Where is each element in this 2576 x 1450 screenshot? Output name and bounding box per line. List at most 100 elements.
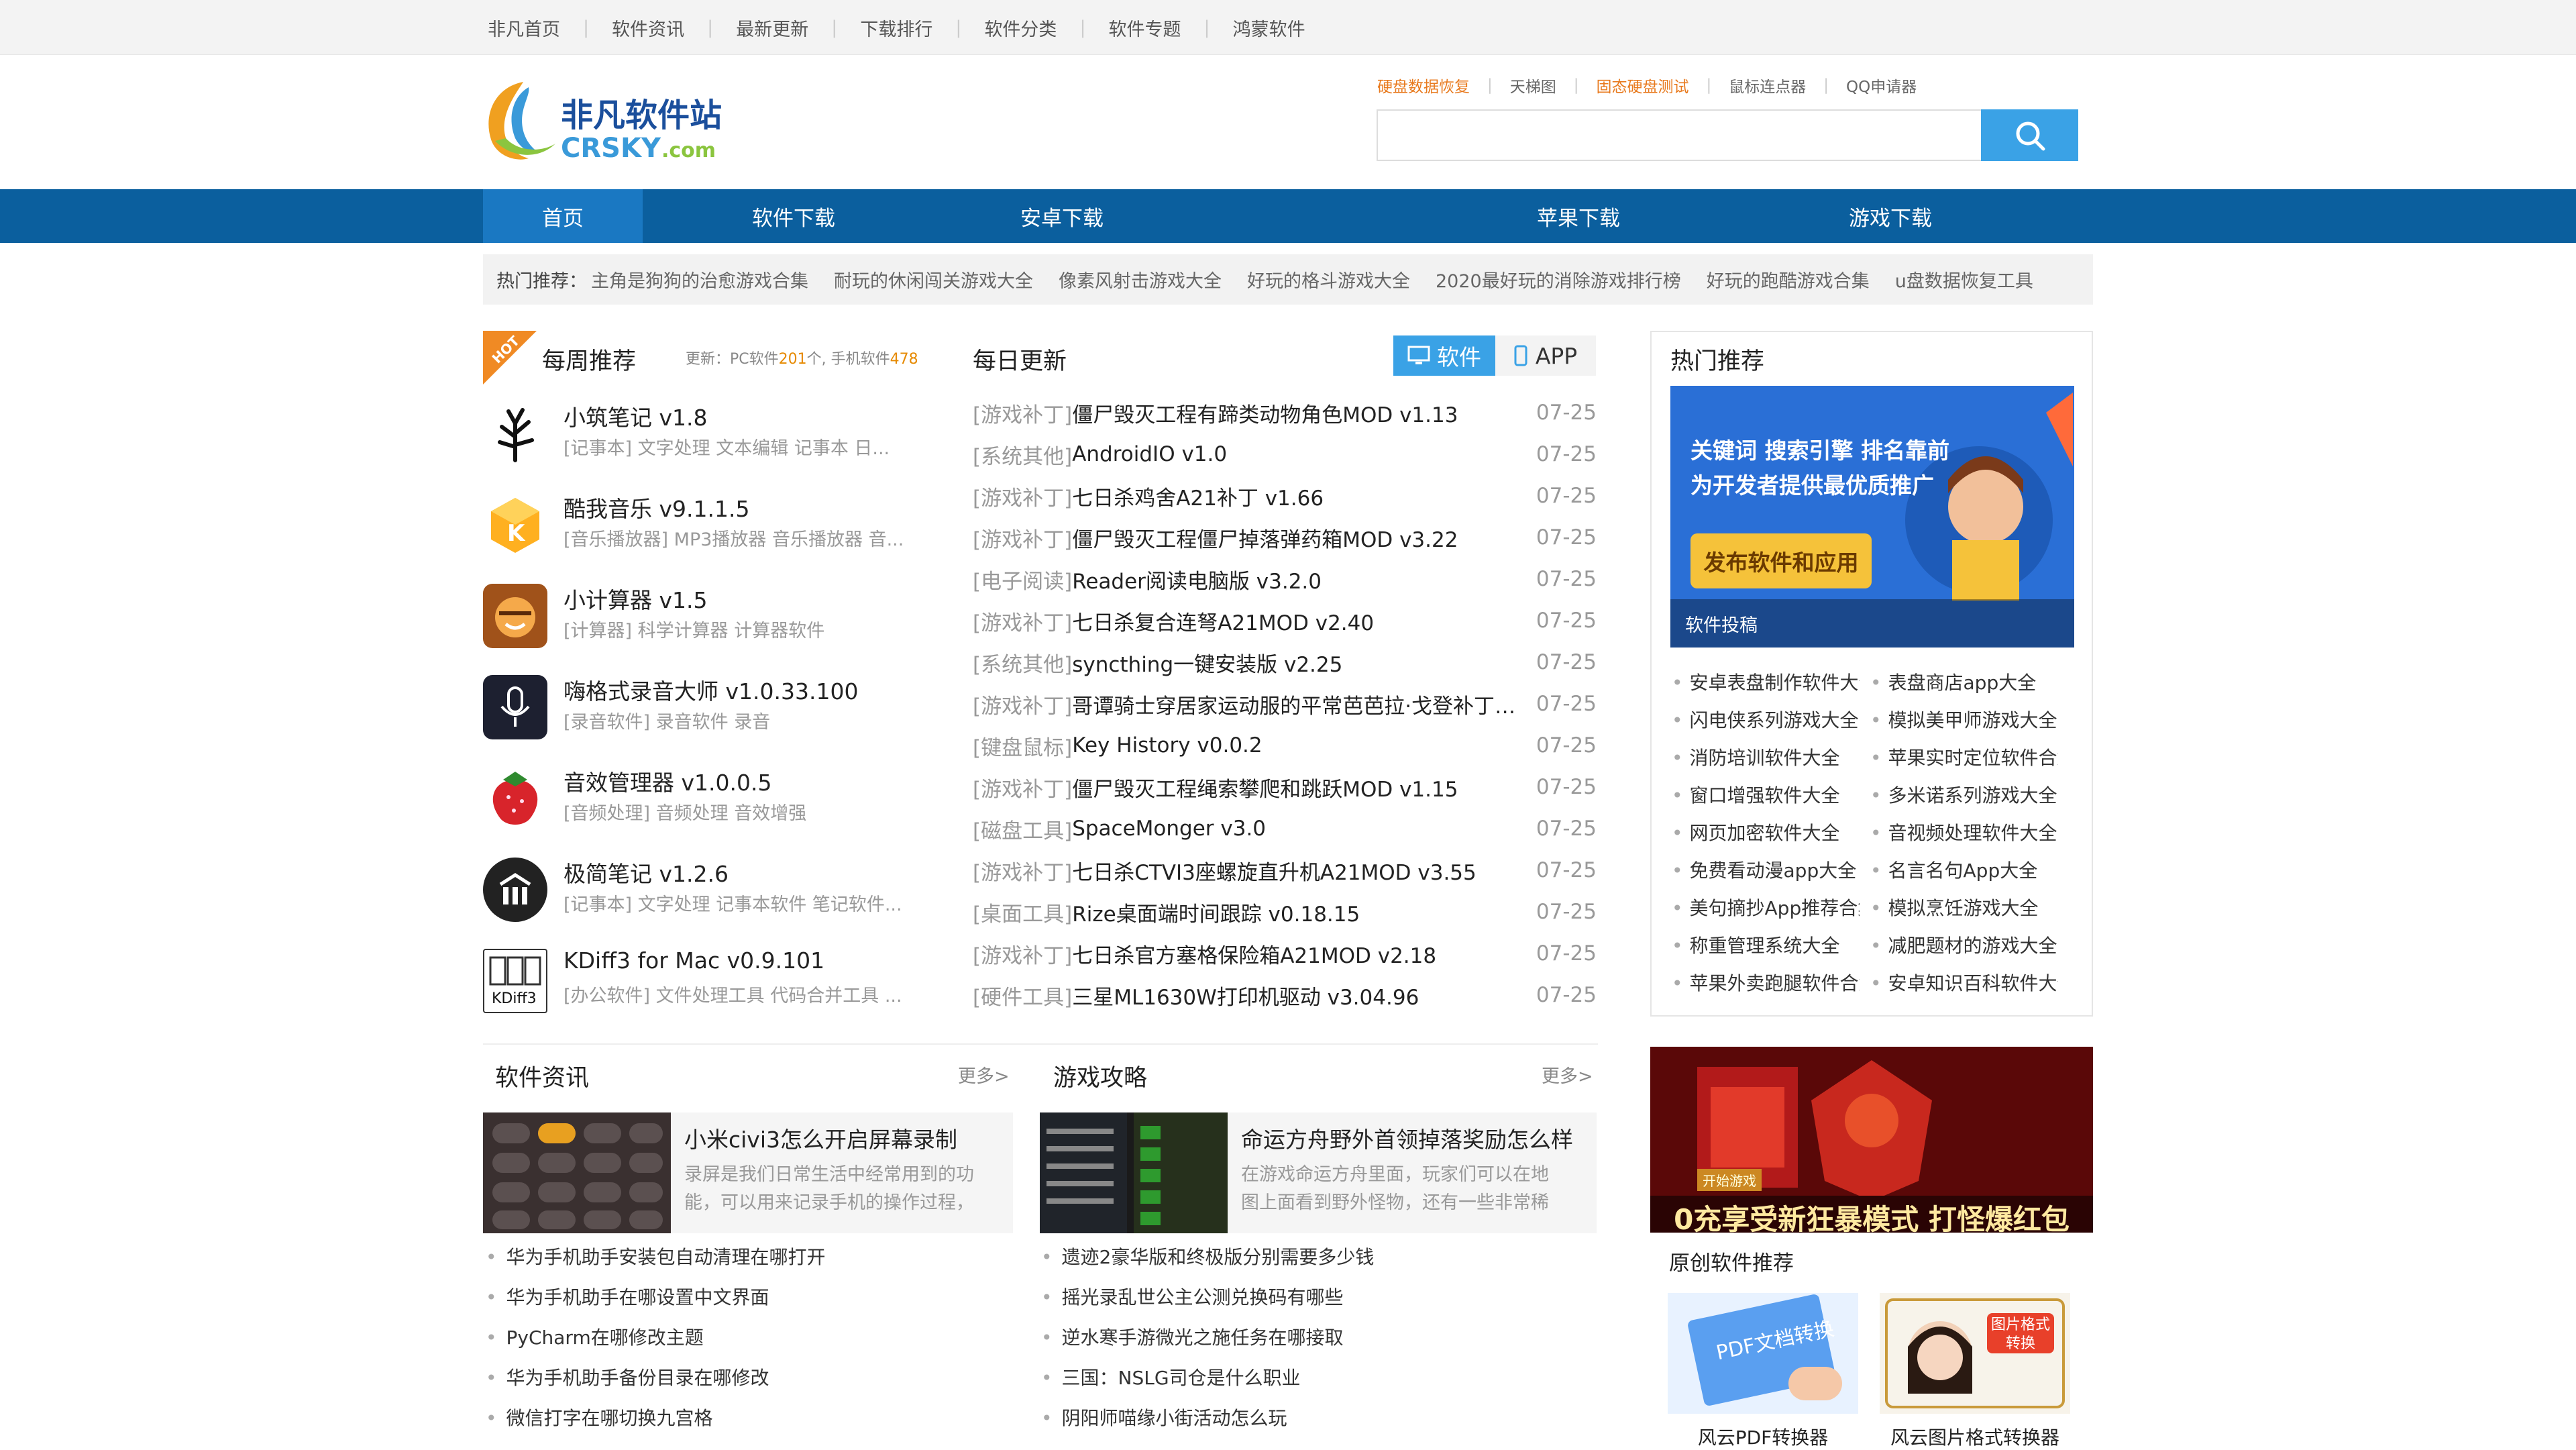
daily-row-title[interactable]: syncthing一键安装版 v2.25 [1072, 648, 1521, 678]
banner-publish-button[interactable]: 发布软件和应用 [1690, 533, 1872, 588]
hotword-disk-recovery[interactable]: 硬盘数据恢复 [1377, 74, 1470, 97]
hot-topic-link[interactable]: 苹果实时定位软件合集 [1870, 743, 2058, 770]
topnav-home[interactable]: 非凡首页 [488, 15, 560, 41]
daily-row[interactable]: [电子阅读] Reader阅读电脑版 v3.2.0 07-25 [973, 558, 1597, 600]
daily-row[interactable]: [游戏补丁] 七日杀复合连弩A21MOD v2.40 07-25 [973, 600, 1597, 641]
news-list-item[interactable]: 微信打字在哪切换九宫格 [486, 1404, 713, 1431]
topnav-harmony[interactable]: 鸿蒙软件 [1233, 15, 1305, 41]
daily-row[interactable]: [游戏补丁] 七日杀鸡舍A21补丁 v1.66 07-25 [973, 475, 1597, 517]
daily-row[interactable]: [桌面工具] Rize桌面端时间跟踪 v0.18.15 07-25 [973, 891, 1597, 933]
guides-list-item[interactable]: 遗迹2豪华版和终极版分别需要多少钱 [1041, 1243, 1375, 1270]
hotword-ssd-test[interactable]: 固态硬盘测试 [1597, 74, 1689, 97]
topnav-news[interactable]: 软件资讯 [612, 15, 684, 41]
weekly-item[interactable]: 小计算器 v1.5 [计算器] 科学计算器 计算器软件 [483, 577, 946, 664]
news-more-link[interactable]: 更多> [958, 1061, 1010, 1088]
topnav-ranking[interactable]: 下载排行 [860, 15, 932, 41]
daily-row-title[interactable]: Reader阅读电脑版 v3.2.0 [1072, 564, 1521, 594]
daily-row[interactable]: [游戏补丁] 七日杀官方塞格保险箱A21MOD v2.18 07-25 [973, 933, 1597, 974]
hot-recommend-item[interactable]: u盘数据恢复工具 [1895, 266, 2033, 293]
daily-row[interactable]: [游戏补丁] 僵尸毁灭工程绳索攀爬和跳跃MOD v1.15 07-25 [973, 766, 1597, 808]
hot-topic-link[interactable]: 免费看动漫app大全 [1672, 856, 1860, 883]
news-list-item[interactable]: 华为手机助手备份目录在哪修改 [486, 1363, 769, 1390]
daily-row-title[interactable]: Rize桌面端时间跟踪 v0.18.15 [1072, 897, 1521, 927]
hot-recommend-item[interactable]: 主角是狗狗的治愈游戏合集 [591, 266, 808, 293]
original-item[interactable]: 图片格式转换 风云图片格式转换器 [1880, 1293, 2070, 1449]
guides-featured-title[interactable]: 命运方舟野外首领掉落奖励怎么样 [1241, 1122, 1573, 1154]
daily-row-title[interactable]: Key History v0.0.2 [1072, 733, 1521, 758]
hot-recommend-item[interactable]: 好玩的格斗游戏大全 [1247, 266, 1410, 293]
hot-topic-link[interactable]: 安卓表盘制作软件大全 [1672, 668, 1860, 695]
hot-topic-link[interactable]: 安卓知识百科软件大全 [1870, 969, 2058, 996]
daily-row-category[interactable]: [系统其他] [973, 439, 1072, 470]
hot-topic-link[interactable]: 多米诺系列游戏大全 [1870, 781, 2058, 808]
guides-featured-card[interactable]: 命运方舟野外首领掉落奖励怎么样 在游戏命运方舟里面，玩家们可以在地图上面看到野外… [1040, 1112, 1597, 1233]
daily-row-title[interactable]: 三星ML1630W打印机驱动 v3.04.96 [1072, 980, 1521, 1011]
hot-topic-link[interactable]: 模拟美甲师游戏大全 [1870, 706, 2058, 733]
hot-topic-link[interactable]: 音视频处理软件大全 [1870, 819, 2058, 845]
guides-list-item[interactable]: 三国：NSLG司仓是什么职业 [1041, 1363, 1301, 1390]
original-item[interactable]: PDF文档转换 风云PDF转换器 [1668, 1293, 1858, 1449]
hot-topic-link[interactable]: 消防培训软件大全 [1672, 743, 1860, 770]
hot-recommend-item[interactable]: 好玩的跑酷游戏合集 [1707, 266, 1870, 293]
hot-topic-link[interactable]: 称重管理系统大全 [1672, 931, 1860, 958]
nav-games[interactable]: 游戏下载 [1709, 189, 2072, 243]
daily-row-category[interactable]: [桌面工具] [973, 897, 1072, 927]
daily-row[interactable]: [系统其他] syncthing一键安装版 v2.25 07-25 [973, 641, 1597, 683]
tab-software[interactable]: 软件 [1393, 335, 1495, 376]
hot-topic-link[interactable]: 窗口增强软件大全 [1672, 781, 1860, 808]
weekly-item[interactable]: 极简笔记 v1.2.6 [记事本] 文字处理 记事本软件 笔记软件... [483, 851, 946, 938]
hot-topic-link[interactable]: 名言名句App大全 [1870, 856, 2058, 883]
promo-banner[interactable]: 关键词 搜索引擎 排名靠前 为开发者提供最优质推广 发布软件和应用 软件投稿 [1670, 386, 2074, 648]
news-list-item[interactable]: PyCharm在哪修改主题 [486, 1323, 704, 1350]
daily-row-category[interactable]: [游戏补丁] [973, 856, 1072, 886]
nav-android[interactable]: 安卓下载 [945, 189, 1179, 243]
daily-row-category[interactable]: [游戏补丁] [973, 606, 1072, 636]
daily-row-title[interactable]: 七日杀官方塞格保险箱A21MOD v2.18 [1072, 939, 1521, 969]
hot-recommend-item[interactable]: 像素风射击游戏大全 [1059, 266, 1222, 293]
hot-topic-link[interactable]: 闪电侠系列游戏大全 [1672, 706, 1860, 733]
search-input[interactable] [1377, 109, 1982, 161]
daily-row[interactable]: [系统其他] AndroidIO v1.0 07-25 [973, 433, 1597, 475]
daily-row[interactable]: [游戏补丁] 七日杀CTVI3座螺旋直升机A21MOD v3.55 07-25 [973, 849, 1597, 891]
nav-software[interactable]: 软件下载 [643, 189, 945, 243]
topnav-topic[interactable]: 软件专题 [1109, 15, 1181, 41]
daily-row-title[interactable]: 僵尸毁灭工程有蹄类动物角色MOD v1.13 [1072, 398, 1521, 428]
search-button[interactable] [1981, 109, 2078, 161]
daily-row-title[interactable]: 七日杀CTVI3座螺旋直升机A21MOD v3.55 [1072, 856, 1521, 886]
daily-row[interactable]: [游戏补丁] 哥谭骑士穿居家运动服的平常芭芭拉·戈登补丁 v... 07-25 [973, 683, 1597, 725]
topnav-category[interactable]: 软件分类 [984, 15, 1057, 41]
news-list-item[interactable]: 华为手机助手在哪设置中文界面 [486, 1283, 769, 1310]
weekly-item[interactable]: 音效管理器 v1.0.0.5 [音频处理] 音频处理 音效增强 [483, 760, 946, 847]
hotword-mouse-clicker[interactable]: 鼠标连点器 [1729, 74, 1806, 97]
daily-row-category[interactable]: [磁盘工具] [973, 814, 1072, 844]
daily-row-category[interactable]: [电子阅读] [973, 564, 1072, 594]
site-logo[interactable]: 非凡软件站 CRSKY .com [482, 74, 730, 164]
daily-row-category[interactable]: [游戏补丁] [973, 481, 1072, 511]
daily-row[interactable]: [游戏补丁] 僵尸毁灭工程僵尸掉落弹药箱MOD v3.22 07-25 [973, 517, 1597, 558]
daily-row-title[interactable]: 七日杀鸡舍A21补丁 v1.66 [1072, 481, 1521, 511]
weekly-item[interactable]: 嗨格式录音大师 v1.0.33.100 [录音软件] 录音软件 录音 [483, 668, 946, 756]
daily-row[interactable]: [游戏补丁] 僵尸毁灭工程有蹄类动物角色MOD v1.13 07-25 [973, 392, 1597, 433]
nav-apple[interactable]: 苹果下载 [1448, 189, 1709, 243]
hot-topic-link[interactable]: 网页加密软件大全 [1672, 819, 1860, 845]
tab-app[interactable]: APP [1495, 335, 1596, 376]
weekly-item[interactable]: K 酷我音乐 v9.1.1.5 [音乐播放器] MP3播放器 音乐播放器 音..… [483, 486, 946, 573]
daily-row-category[interactable]: [游戏补丁] [973, 523, 1072, 553]
daily-row-title[interactable]: 哥谭骑士穿居家运动服的平常芭芭拉·戈登补丁 v... [1072, 689, 1521, 719]
daily-row-category[interactable]: [硬件工具] [973, 980, 1072, 1011]
daily-row-category[interactable]: [系统其他] [973, 648, 1072, 678]
hot-recommend-item[interactable]: 2020最好玩的消除游戏排行榜 [1436, 266, 1681, 293]
news-list-item[interactable]: 华为手机助手安装包自动清理在哪打开 [486, 1243, 826, 1270]
news-featured-card[interactable]: 小米civi3怎么开启屏幕录制 录屏是我们日常生活中经常用到的功能，可以用来记录… [483, 1112, 1013, 1233]
hot-topic-link[interactable]: 模拟烹饪游戏大全 [1870, 894, 2058, 921]
daily-row-title[interactable]: 七日杀复合连弩A21MOD v2.40 [1072, 606, 1521, 636]
weekly-item[interactable]: 小筑笔记 v1.8 [记事本] 文字处理 文本编辑 记事本 日... [483, 395, 946, 482]
daily-row-title[interactable]: 僵尸毁灭工程僵尸掉落弹药箱MOD v3.22 [1072, 523, 1521, 553]
nav-home[interactable]: 首页 [483, 189, 643, 243]
hot-recommend-item[interactable]: 耐玩的休闲闯关游戏大全 [834, 266, 1033, 293]
hotword-qq[interactable]: QQ申请器 [1846, 74, 1917, 97]
guides-more-link[interactable]: 更多> [1542, 1061, 1593, 1088]
hotword-ladder[interactable]: 天梯图 [1510, 74, 1556, 97]
guides-list-item[interactable]: 逆水寒手游微光之施任务在哪接取 [1041, 1323, 1344, 1350]
guides-list-item[interactable]: 摇光录乱世公主公测兑换码有哪些 [1041, 1283, 1344, 1310]
